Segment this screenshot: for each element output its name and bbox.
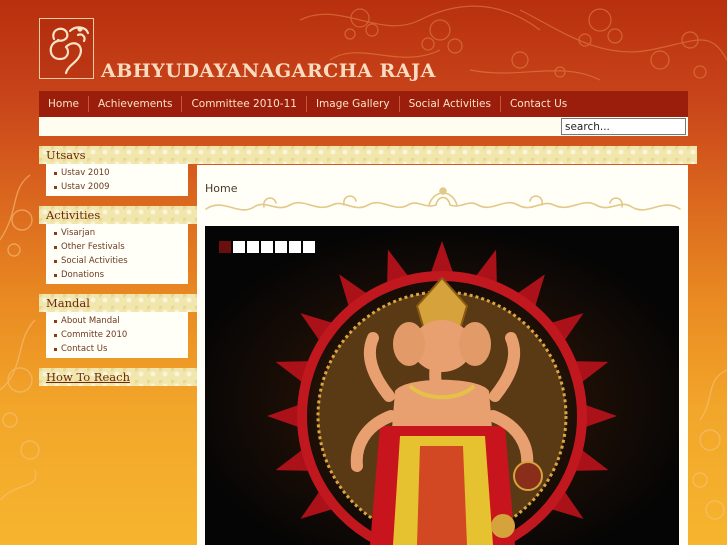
list-item-label: About Mandal	[61, 316, 120, 326]
sidebar-header-mandal: Mandal	[39, 294, 197, 312]
bullet-icon	[54, 259, 57, 263]
list-item-donations[interactable]: Donations	[48, 268, 188, 282]
nav-committee[interactable]: Committee 2010-11	[182, 96, 307, 112]
nav-image-gallery[interactable]: Image Gallery	[307, 96, 400, 112]
list-item-label: Committe 2010	[61, 330, 128, 340]
nav-social-activities[interactable]: Social Activities	[400, 96, 501, 112]
slide-dot-4[interactable]	[261, 241, 273, 253]
bullet-icon	[54, 231, 57, 235]
utsavs-list: Ustav 2010 Ustav 2009	[46, 164, 188, 196]
list-item-committe-2010[interactable]: Committe 2010	[48, 328, 188, 342]
list-item-label: Other Festivals	[61, 242, 125, 252]
list-item-label: Donations	[61, 270, 105, 280]
slideshow[interactable]	[205, 226, 679, 545]
nav-home[interactable]: Home	[39, 96, 90, 112]
list-item-label: Visarjan	[61, 228, 96, 238]
site-title: ABHYUDAYANAGARCHA RAJA	[101, 60, 436, 82]
bullet-icon	[54, 273, 57, 277]
list-item-label: Contact Us	[61, 344, 108, 354]
list-item-ustav-2010[interactable]: Ustav 2010	[48, 166, 188, 180]
bullet-icon	[54, 333, 57, 337]
list-item-ustav-2009[interactable]: Ustav 2009	[48, 180, 188, 194]
list-item-social-activities[interactable]: Social Activities	[48, 254, 188, 268]
sidebar-header-utsavs: Utsavs	[39, 146, 697, 164]
mandal-list: About Mandal Committe 2010 Contact Us	[46, 312, 188, 358]
bullet-icon	[54, 185, 57, 189]
ganesha-idol-image	[205, 226, 679, 545]
slide-dot-5[interactable]	[275, 241, 287, 253]
list-item-label: Ustav 2009	[61, 182, 110, 192]
how-to-reach-label: How To Reach	[46, 370, 130, 384]
mandal-heading: Mandal	[46, 296, 90, 310]
ganesha-om-icon	[49, 26, 90, 75]
list-item-contact-us[interactable]: Contact Us	[48, 342, 188, 356]
ornamental-divider	[205, 187, 681, 211]
slide-dot-6[interactable]	[289, 241, 301, 253]
list-item-label: Social Activities	[61, 256, 128, 266]
activities-list: Visarjan Other Festivals Social Activiti…	[46, 224, 188, 284]
slide-dot-2[interactable]	[233, 241, 245, 253]
bullet-icon	[54, 347, 57, 351]
site-logo[interactable]	[39, 18, 94, 79]
bullet-icon	[54, 319, 57, 323]
how-to-reach-link[interactable]: How To Reach	[39, 368, 197, 386]
list-item-label: Ustav 2010	[61, 168, 110, 178]
utsavs-heading: Utsavs	[46, 148, 86, 162]
sidebar-header-activities: Activities	[39, 206, 197, 224]
nav-achievements[interactable]: Achievements	[89, 96, 183, 112]
list-item-other-festivals[interactable]: Other Festivals	[48, 240, 188, 254]
list-item-visarjan[interactable]: Visarjan	[48, 226, 188, 240]
bullet-icon	[54, 171, 57, 175]
slideshow-pagination	[219, 241, 315, 253]
main-navigation: Home Achievements Committee 2010-11 Imag…	[39, 91, 688, 117]
nav-contact-us[interactable]: Contact Us	[501, 96, 576, 112]
slide-dot-7[interactable]	[303, 241, 315, 253]
bullet-icon	[54, 245, 57, 249]
search-input[interactable]	[561, 118, 686, 135]
activities-heading: Activities	[46, 208, 101, 222]
slide-dot-1[interactable]	[219, 241, 231, 253]
slide-dot-3[interactable]	[247, 241, 259, 253]
list-item-about-mandal[interactable]: About Mandal	[48, 314, 188, 328]
